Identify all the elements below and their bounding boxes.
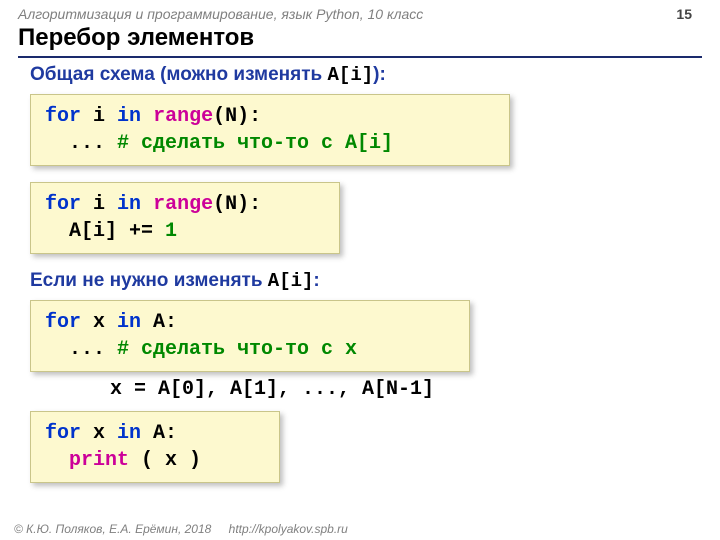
footer-url: http://kpolyakov.spb.ru [229, 522, 348, 536]
kw-for: for [45, 105, 81, 128]
kw-for: for [45, 311, 81, 334]
code-text: ( x ) [129, 449, 201, 472]
section1-heading: Общая схема (можно изменять A[i]): [30, 64, 690, 86]
content-area: Общая схема (можно изменять A[i]): for i… [0, 64, 720, 483]
page-title: Перебор элементов [18, 24, 702, 52]
code-text: i [81, 105, 117, 128]
kw-range: range [153, 193, 213, 216]
kw-print: print [69, 449, 129, 472]
section2-pre: Если не нужно изменять [30, 270, 268, 291]
code-block-2: for i in range(N): A[i] += 1 [30, 182, 340, 254]
code-text [141, 193, 153, 216]
section2-heading: Если не нужно изменять A[i]: [30, 270, 690, 292]
code-text: i [81, 193, 117, 216]
code-text: ... [45, 338, 117, 361]
section1-post: ): [373, 64, 386, 85]
section2-post: : [313, 270, 319, 291]
kw-for: for [45, 422, 81, 445]
code-text: ... [45, 132, 117, 155]
kw-in: in [117, 311, 141, 334]
page-number: 15 [676, 6, 692, 22]
code-block-4: for x in A: print ( x ) [30, 411, 280, 483]
section1-code: A[i] [328, 64, 374, 86]
course-name: Алгоритмизация и программирование, язык … [18, 6, 423, 22]
code-text: x [81, 311, 117, 334]
copyright: © К.Ю. Поляков, Е.А. Ерёмин, 2018 [14, 522, 211, 536]
code-text: A: [141, 422, 177, 445]
title-divider: Перебор элементов [18, 24, 702, 58]
code-block-3: for x in A: ... # сделать что-то c x [30, 300, 470, 372]
code-text: x [81, 422, 117, 445]
code-number: 1 [165, 220, 177, 243]
code-text [45, 449, 69, 472]
code-text: (N): [213, 105, 261, 128]
code-text: A[i] += [45, 220, 165, 243]
kw-in: in [117, 193, 141, 216]
kw-for: for [45, 193, 81, 216]
code-block-1: for i in range(N): ... # сделать что-то … [30, 94, 510, 166]
code-text [141, 105, 153, 128]
kw-range: range [153, 105, 213, 128]
footer: © К.Ю. Поляков, Е.А. Ерёмин, 2018 http:/… [14, 522, 348, 536]
code-comment: # сделать что-то c A[i] [117, 132, 393, 155]
header-bar: Алгоритмизация и программирование, язык … [0, 0, 720, 24]
section2-code: A[i] [268, 270, 314, 292]
code-text: A: [141, 311, 177, 334]
kw-in: in [117, 105, 141, 128]
kw-in: in [117, 422, 141, 445]
x-sequence-note: x = A[0], A[1], ..., A[N-1] [110, 378, 690, 401]
code-text: (N): [213, 193, 261, 216]
section1-pre: Общая схема (можно изменять [30, 64, 328, 85]
code-comment: # сделать что-то c x [117, 338, 357, 361]
